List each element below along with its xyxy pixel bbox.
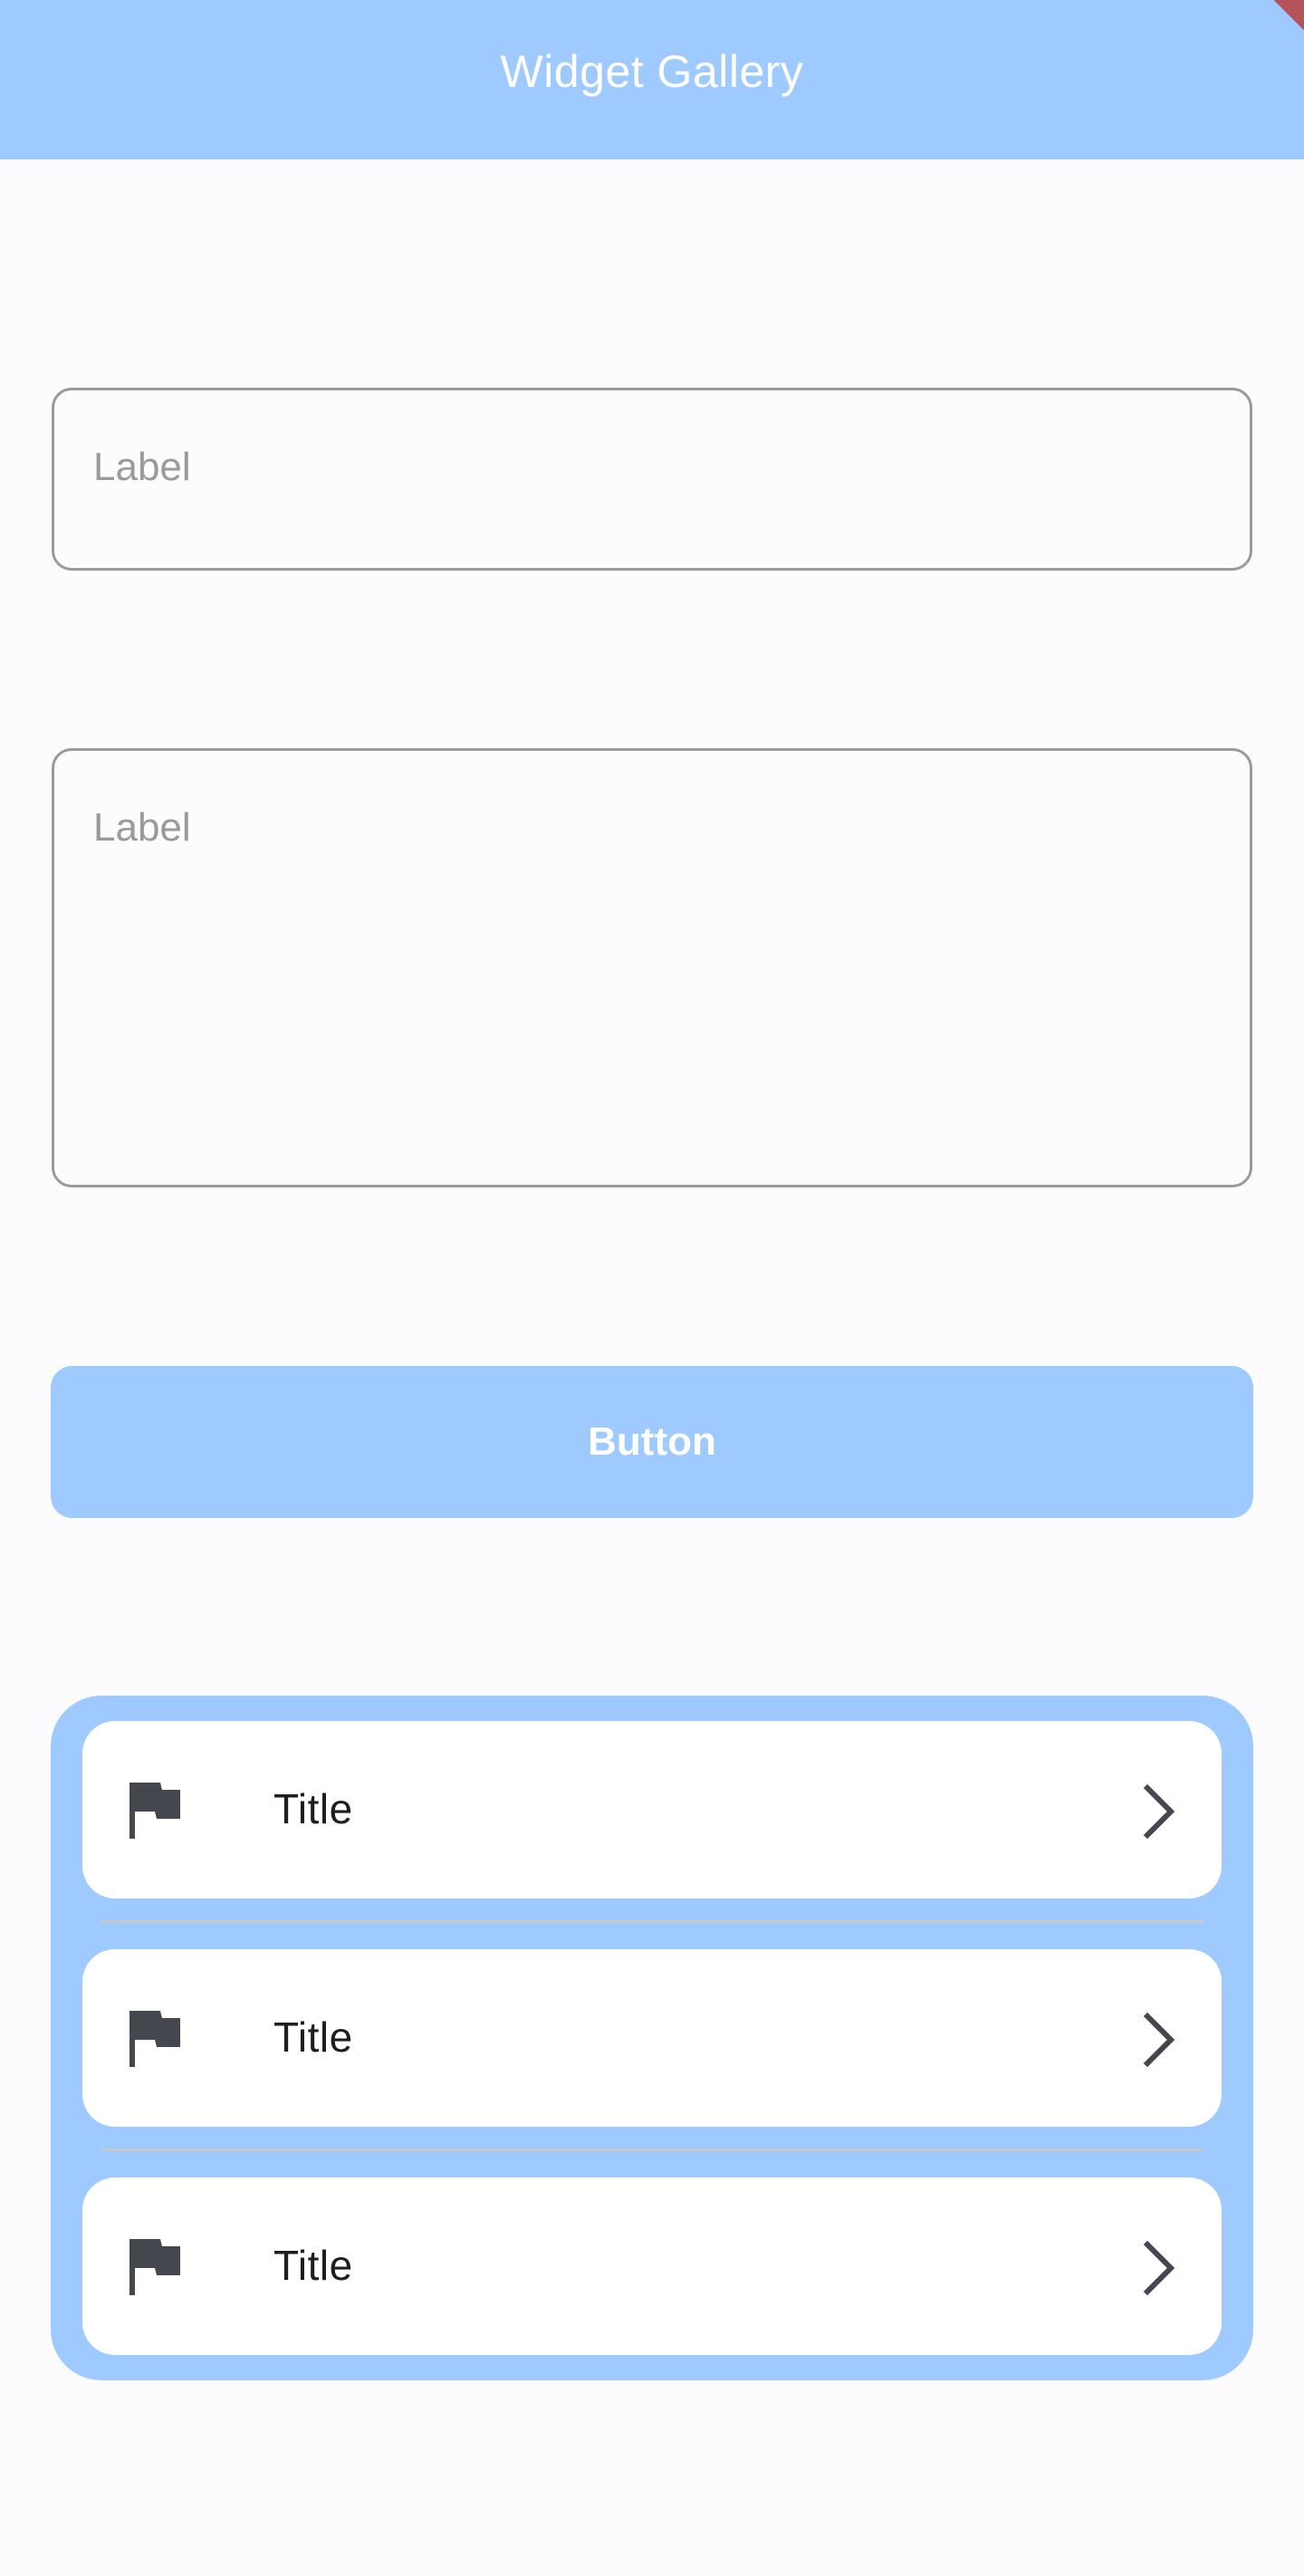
flag-icon	[129, 2239, 180, 2295]
chevron-right-icon	[1143, 1784, 1175, 1839]
app-bar: Widget Gallery	[0, 0, 1304, 159]
list-item[interactable]: Title	[82, 1721, 1222, 1898]
list-item[interactable]: Title	[82, 2177, 1222, 2355]
text-area-label: Label	[93, 805, 191, 850]
list-divider	[101, 2148, 1203, 2151]
chevron-right-icon	[1143, 2013, 1175, 2067]
text-field-label: Label	[93, 445, 191, 489]
chevron-right-icon	[1143, 2241, 1175, 2295]
flag-icon	[129, 2011, 180, 2067]
label-text-area[interactable]: Label	[52, 748, 1252, 1187]
debug-banner	[1232, 0, 1304, 62]
list-divider	[101, 1920, 1203, 1923]
app-bar-title: Widget Gallery	[500, 46, 804, 97]
list-item-title: Title	[273, 2014, 353, 2061]
list-item[interactable]: Title	[82, 1949, 1222, 2127]
primary-button[interactable]: Button	[51, 1366, 1253, 1518]
list-item-title: Title	[273, 1785, 353, 1832]
flag-icon	[129, 1783, 180, 1839]
list-card: Title Title Title	[51, 1696, 1253, 2380]
label-text-field[interactable]: Label	[52, 388, 1252, 571]
list-item-title: Title	[273, 2242, 353, 2289]
